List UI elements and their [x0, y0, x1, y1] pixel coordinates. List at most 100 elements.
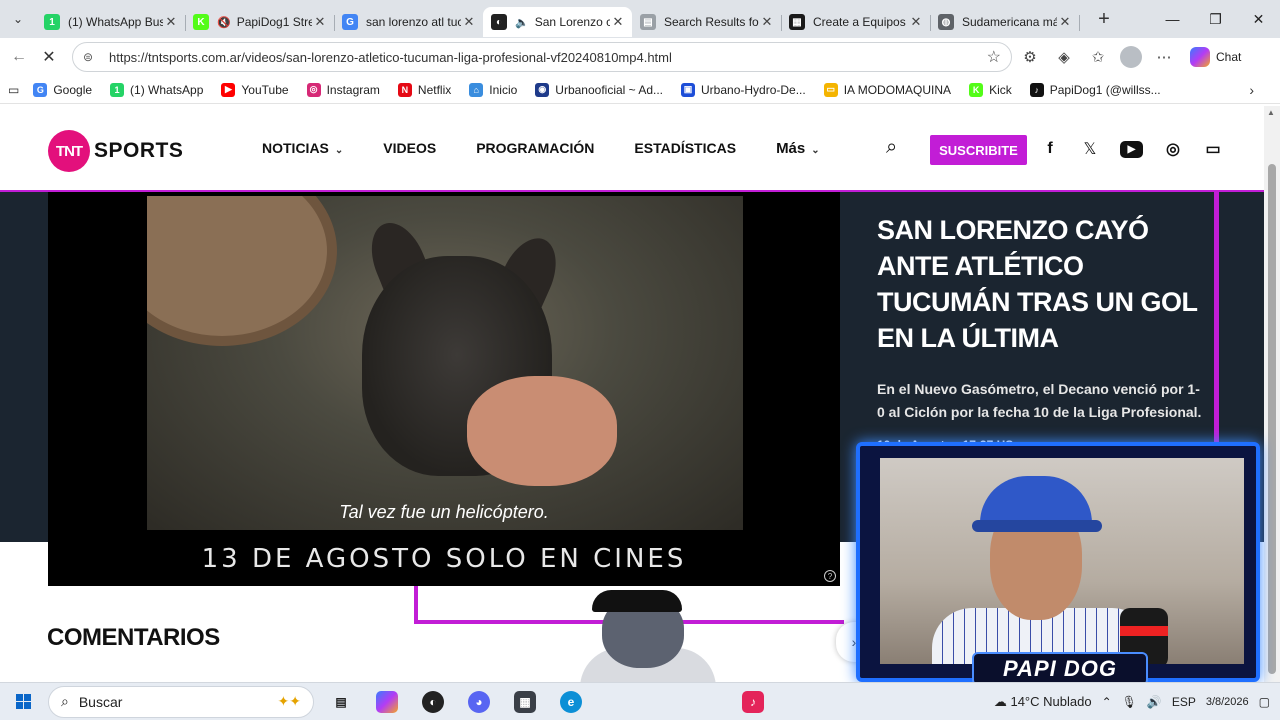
tnt-sports-logo[interactable]: TNT SPORTS — [48, 130, 183, 172]
video-player[interactable]: Tal vez fue un helicóptero. 13 DE AGOSTO… — [48, 192, 840, 586]
bookmark-item[interactable]: ▭ IA MODOMAQUINA — [823, 82, 952, 97]
bookmarks-overflow-icon[interactable]: › — [1249, 82, 1254, 98]
stop-loading-icon[interactable]: ✕ — [34, 47, 64, 67]
tab-list: 1(1) WhatsApp Business✕K🔇PapiDog1 Stream… — [36, 1, 1080, 37]
close-tab-icon[interactable]: ✕ — [163, 14, 179, 30]
bookmark-favicon-icon: ◉ — [535, 82, 550, 97]
weather-widget[interactable]: ☁ 14°C Nublado — [994, 694, 1092, 710]
tab-search-icon[interactable]: ⌄ — [0, 0, 36, 38]
browser-tab[interactable]: Gsan lorenzo atl tucuman✕ — [334, 7, 484, 37]
browser-tab[interactable]: K 🔇 PapiDog1 Stream✕ — [185, 7, 335, 37]
start-button[interactable] — [0, 683, 46, 720]
maximize-button[interactable]: ❐ — [1194, 0, 1237, 38]
bookmark-item[interactable]: ◎ Instagram — [306, 82, 380, 97]
close-tab-icon[interactable]: ✕ — [759, 14, 775, 30]
new-tab-button[interactable]: + — [1087, 8, 1121, 31]
logo-text: SPORTS — [94, 139, 184, 162]
edge-icon[interactable]: e — [560, 690, 582, 713]
more-menu-icon[interactable]: ⋯ — [1152, 48, 1176, 66]
nav-noticias-label: NOTICIAS — [262, 140, 329, 156]
favorites-icon[interactable]: ✩ — [1086, 48, 1110, 66]
comments-heading: COMENTARIOS — [47, 624, 220, 651]
url-text[interactable]: https://tntsports.com.ar/videos/san-lore… — [109, 50, 987, 65]
bookmark-item[interactable]: ▶ YouTube — [221, 82, 289, 97]
browser-tab[interactable]: ◐ 🔈 San Lorenzo cayó✕ — [483, 7, 632, 37]
bookmark-favicon-icon: 1 — [110, 82, 125, 97]
instagram-icon[interactable]: ◎ — [1163, 138, 1183, 160]
toolbar-actions: ⚙ ◈ ✩ ⋯ Chat — [1018, 42, 1241, 72]
minimize-button[interactable]: — — [1151, 0, 1194, 38]
tray-overflow-icon[interactable]: ⌃ — [1102, 695, 1112, 709]
bookmark-favicon-icon: ♪ — [1029, 82, 1044, 97]
close-window-button[interactable]: ✕ — [1237, 0, 1280, 38]
obs-icon[interactable]: ◐ — [422, 690, 444, 713]
audio-playing-icon[interactable]: 🔈 — [515, 16, 529, 29]
facebook-icon[interactable]: f — [1040, 138, 1060, 160]
muted-speaker-icon[interactable]: 🔇 — [217, 16, 231, 29]
profile-avatar[interactable] — [1120, 46, 1142, 68]
bookmark-favicon-icon: ▭ — [823, 82, 838, 97]
twitch-icon[interactable]: ▭ — [1203, 138, 1223, 160]
nav-programacion[interactable]: PROGRAMACIÓN — [476, 140, 594, 157]
bookmark-item[interactable]: N Netflix — [397, 82, 451, 97]
address-bar[interactable]: ⊜ https://tntsports.com.ar/videos/san-lo… — [72, 42, 1012, 72]
tiktok-icon[interactable]: ♪ — [742, 691, 764, 713]
notifications-icon[interactable]: ▢ — [1259, 695, 1270, 709]
search-icon[interactable]: ⌕ — [886, 136, 897, 159]
close-tab-icon[interactable]: ✕ — [312, 14, 328, 30]
bookmark-item[interactable]: ♪ PapiDog1 (@willss... — [1029, 82, 1161, 97]
browser-toolbar: ← ✕ ⊜ https://tntsports.com.ar/videos/sa… — [0, 38, 1280, 76]
browser-essentials-icon[interactable]: ◈ — [1052, 48, 1076, 66]
language-indicator[interactable]: ESP — [1172, 695, 1196, 709]
tab-title: Create a Equipos m — [813, 15, 908, 29]
microphone-ring — [1120, 626, 1168, 636]
task-view-icon[interactable]: ▤ — [330, 691, 352, 713]
browser-tab[interactable]: ▦ Create a Equipos m✕ — [781, 7, 931, 37]
bookmark-item[interactable]: G Google — [33, 82, 92, 97]
bookmark-item[interactable]: ◉ Urbanooficial ~ Ad... — [535, 82, 663, 97]
x-icon[interactable]: 𝕏 — [1080, 138, 1100, 160]
video-tagline: 13 DE AGOSTO SOLO EN CINES — [201, 544, 687, 574]
bookmark-favicon-icon: ⌂ — [469, 82, 484, 97]
bookmark-item[interactable]: 1 (1) WhatsApp — [110, 82, 203, 97]
copilot-app-icon[interactable] — [376, 690, 398, 713]
volume-icon[interactable]: 🔊 — [1147, 695, 1162, 709]
browser-tab[interactable]: 1 (1) WhatsApp Business✕ — [36, 7, 186, 37]
copilot-chat-button[interactable]: Chat — [1190, 47, 1241, 67]
bookmark-label: IA MODOMAQUINA — [843, 82, 952, 97]
youtube-icon[interactable]: ▶ — [1120, 141, 1143, 158]
extensions-icon[interactable]: ⚙ — [1018, 48, 1042, 66]
discord-icon[interactable]: ◕ — [468, 690, 490, 713]
bookmark-item[interactable]: ⌂ Inicio — [469, 82, 517, 97]
article-summary: En el Nuevo Gasómetro, el Decano venció … — [877, 381, 1202, 420]
browser-tab[interactable]: ◍ Sudamericana más ✕ — [930, 7, 1080, 37]
close-tab-icon[interactable]: ✕ — [461, 14, 477, 30]
nav-estadisticas[interactable]: ESTADÍSTICAS — [634, 140, 736, 157]
scroll-up-arrow-icon[interactable]: ▲ — [1267, 108, 1275, 117]
scroll-thumb[interactable] — [1268, 164, 1276, 674]
subscribe-button[interactable]: SUSCRIBITE — [930, 135, 1027, 165]
bookmark-star-icon[interactable]: ☆ — [987, 47, 1001, 67]
help-icon[interactable]: ? — [824, 570, 836, 582]
sparkle-icon: ✦✦ — [277, 693, 301, 709]
close-tab-icon[interactable]: ✕ — [610, 14, 626, 30]
clock[interactable]: 3/8/2026 — [1206, 695, 1249, 709]
reading-mode-icon[interactable]: ▭ — [8, 83, 19, 97]
nav-videos[interactable]: VIDEOS — [383, 140, 436, 157]
bookmark-item[interactable]: ▣ Urbano-Hydro-De... — [681, 82, 806, 97]
bookmark-item[interactable]: K Kick — [969, 82, 1012, 97]
calculator-icon[interactable]: ▦ — [514, 690, 536, 713]
back-button[interactable]: ← — [4, 48, 34, 66]
nav-noticias[interactable]: NOTICIAS ⌄ — [262, 140, 343, 157]
close-tab-icon[interactable]: ✕ — [1057, 14, 1073, 30]
tab-favicon-icon: ▦ — [789, 14, 805, 30]
browser-tab[interactable]: ▤ Search Results for ✕ — [632, 7, 782, 37]
tab-title: Sudamericana más — [962, 15, 1057, 29]
mic-tray-icon[interactable]: 🎙 — [1122, 695, 1137, 709]
close-tab-icon[interactable]: ✕ — [908, 14, 924, 30]
taskbar-search[interactable]: ⌕ Buscar ✦✦ — [48, 685, 314, 718]
nav-mas[interactable]: Más ⌄ — [776, 140, 820, 157]
site-info-icon[interactable]: ⊜ — [83, 50, 101, 64]
page-scrollbar[interactable]: ▲ — [1264, 106, 1280, 682]
copilot-icon — [1190, 47, 1210, 67]
